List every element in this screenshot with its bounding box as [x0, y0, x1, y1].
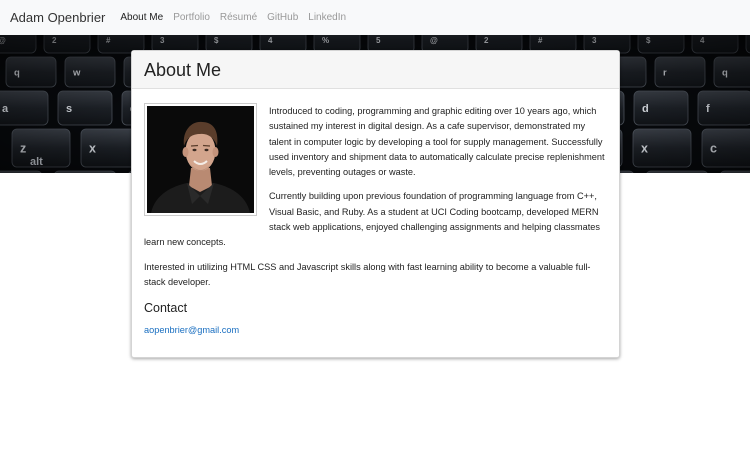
bio-paragraph-3: Interested in utilizing HTML CSS and Jav…: [144, 261, 591, 287]
card-header: About Me: [132, 51, 619, 89]
nav-links: About Me Portfolio Résumé GitHub LinkedI…: [120, 12, 356, 23]
nav-link-about-me[interactable]: About Me: [120, 12, 163, 23]
profile-photo: [144, 103, 257, 216]
contact-heading: Contact: [144, 301, 188, 316]
brand-link[interactable]: Adam Openbrier: [10, 10, 105, 25]
about-me-card: About Me Introduced to coding, programmi…: [131, 50, 620, 358]
card-title: About Me: [144, 60, 222, 80]
nav-link-linkedin[interactable]: LinkedIn: [308, 12, 346, 23]
nav-link-resume[interactable]: Résumé: [220, 12, 257, 23]
navbar: Adam Openbrier About Me Portfolio Résumé…: [0, 0, 750, 35]
nav-link-github[interactable]: GitHub: [267, 12, 298, 23]
profile-photo-image: [147, 106, 254, 213]
nav-link-portfolio[interactable]: Portfolio: [173, 12, 210, 23]
card-body: Introduced to coding, programming and gr…: [132, 89, 619, 338]
email-link[interactable]: aopenbrier@gmail.com: [144, 325, 239, 335]
